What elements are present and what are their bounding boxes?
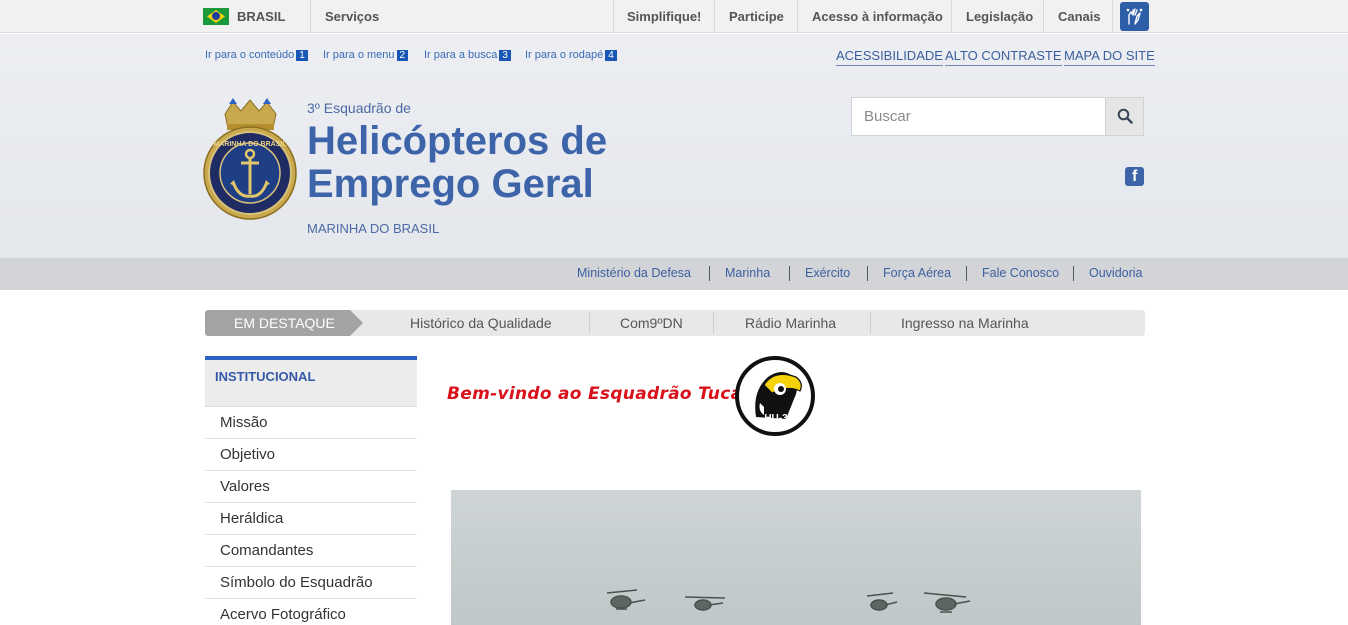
site-subtitle: MARINHA DO BRASIL xyxy=(307,221,440,236)
marinha-link[interactable]: Marinha xyxy=(725,266,770,280)
ministerio-defesa-link[interactable]: Ministério da Defesa xyxy=(577,266,691,280)
facebook-icon[interactable]: f xyxy=(1125,167,1144,186)
site-header: Ir para o conteúdo 1 Ir para o menu 2 Ir p… xyxy=(0,34,1348,258)
sidebar-heading: INSTITUCIONAL xyxy=(205,356,417,407)
destaque-label: EM DESTAQUE xyxy=(205,310,363,336)
welcome-text: Bem-vindo ao Esquadrão Tucano! xyxy=(447,384,775,404)
sidebar-item-simbolo[interactable]: Símbolo do Esquadrão xyxy=(205,567,417,599)
fale-conosco-link[interactable]: Fale Conosco xyxy=(982,266,1059,280)
canais-link[interactable]: Canais xyxy=(1058,9,1101,24)
search-input[interactable] xyxy=(852,98,1105,135)
site-title[interactable]: Helicópteros de Emprego Geral xyxy=(307,120,707,206)
participe-link[interactable]: Participe xyxy=(729,9,784,24)
sidebar-item-comandantes[interactable]: Comandantes xyxy=(205,535,417,567)
simplifique-link[interactable]: Simplifique! xyxy=(627,9,701,24)
servicos-link[interactable]: Serviços xyxy=(325,9,379,24)
exercito-link[interactable]: Exército xyxy=(805,266,850,280)
sidebar-menu: INSTITUCIONAL Missão Objetivo Valores He… xyxy=(205,356,417,625)
sidebar-item-heraldica[interactable]: Heráldica xyxy=(205,503,417,535)
brazil-flag-icon xyxy=(203,8,229,25)
search-button[interactable] xyxy=(1105,98,1143,135)
mapa-do-site-link[interactable]: MAPA DO SITE xyxy=(1064,48,1155,66)
acessibilidade-link[interactable]: ACESSIBILIDADE xyxy=(836,48,943,66)
gov-bar: BRASIL Serviços Simplifique! Participe A… xyxy=(0,0,1348,33)
destaque-radio-marinha[interactable]: Rádio Marinha xyxy=(745,310,836,336)
gov-brand-link[interactable]: BRASIL xyxy=(237,9,285,24)
acesso-informacao-link[interactable]: Acesso à informação xyxy=(812,9,943,24)
sidebar-item-missao[interactable]: Missão xyxy=(205,407,417,439)
destaque-historico-qualidade[interactable]: Histórico da Qualidade xyxy=(410,310,552,336)
legislacao-link[interactable]: Legislação xyxy=(966,9,1033,24)
sidebar-item-objetivo[interactable]: Objetivo xyxy=(205,439,417,471)
destaque-com9dn[interactable]: Com9ºDN xyxy=(620,310,683,336)
toucan-logo-icon: HU-3 xyxy=(734,355,816,437)
search-icon xyxy=(1117,108,1133,124)
toucan-logo-text: HU-3 xyxy=(764,413,788,424)
sidebar-item-acervo[interactable]: Acervo Fotográfico xyxy=(205,599,417,625)
skip-to-search-link[interactable]: Ir para a busca 3 xyxy=(424,49,511,61)
skip-to-menu-link[interactable]: Ir para o menu 2 xyxy=(323,49,409,61)
ouvidoria-link[interactable]: Ouvidoria xyxy=(1089,266,1143,280)
libras-hands-icon[interactable] xyxy=(1120,2,1149,31)
skip-to-footer-link[interactable]: Ir para o rodapé 4 xyxy=(525,49,617,61)
site-title-line-1: Helicópteros de xyxy=(307,119,608,163)
external-links-bar: Ministério da Defesa Marinha Exército Fo… xyxy=(0,258,1348,290)
marinha-emblem-icon[interactable]: MARINHA DO BRASIL xyxy=(203,98,298,223)
sidebar-item-valores[interactable]: Valores xyxy=(205,471,417,503)
forca-aerea-link[interactable]: Força Aérea xyxy=(883,266,951,280)
pre-title: 3º Esquadrão de xyxy=(307,100,411,116)
destaque-bar: EM DESTAQUE Histórico da Qualidade Com9º… xyxy=(205,310,1145,336)
helicopters-photo xyxy=(451,490,1141,625)
search-box xyxy=(851,97,1144,136)
site-title-line-2: Emprego Geral xyxy=(307,162,594,206)
destaque-ingresso-marinha[interactable]: Ingresso na Marinha xyxy=(901,310,1029,336)
alto-contraste-link[interactable]: ALTO CONTRASTE xyxy=(945,48,1062,66)
emblem-lettering: MARINHA DO BRASIL xyxy=(213,141,287,148)
skip-to-content-link[interactable]: Ir para o conteúdo 1 xyxy=(205,49,308,61)
